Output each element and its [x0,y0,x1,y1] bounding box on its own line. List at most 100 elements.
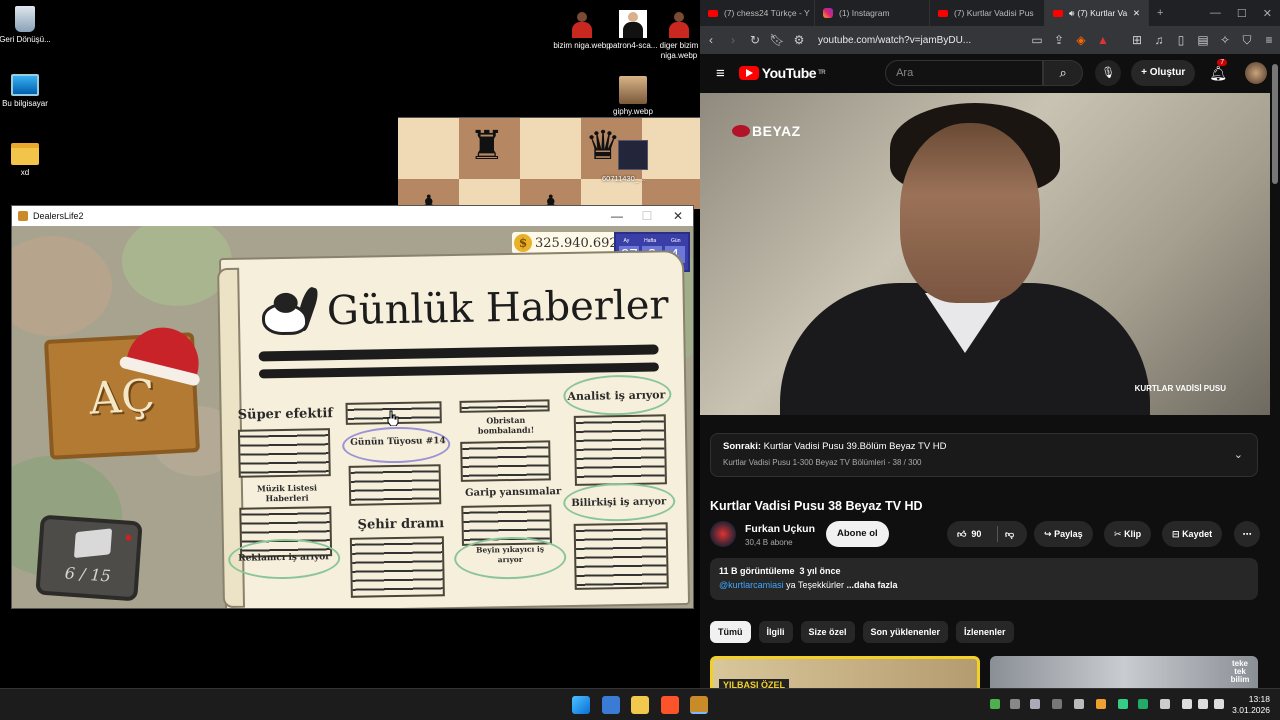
headline-super-efektif[interactable]: Süper efektif [238,406,334,423]
tray-app-icon[interactable] [1010,699,1020,709]
tab-instagram[interactable]: (1) Instagram [815,0,930,26]
site-settings-icon[interactable]: ⚙︎ [788,33,810,47]
vpn-icon[interactable]: ⛉ [1236,33,1258,48]
volume-icon[interactable] [1198,699,1208,709]
media-icon[interactable]: ♫ [1148,33,1170,47]
like-button[interactable]: 👍︎ 90 👎︎ [947,521,1027,547]
avatar[interactable] [1245,62,1268,84]
headline-garip-yansimalar[interactable]: Garip yansımalar [465,486,561,499]
this-pc-shortcut[interactable]: Bu bilgisayar [0,74,55,109]
chip-related[interactable]: İlgili [758,621,793,643]
playlist-panel[interactable]: Sonraki: Kurtlar Vadisi Pusu 39.Bölüm Be… [710,433,1258,477]
forward-icon[interactable]: › [722,33,744,47]
url-field[interactable]: youtube.com/watch?v=jamByDU... [818,35,1026,46]
minimize-icon[interactable]: — [602,206,632,226]
new-tab-icon[interactable]: + [1149,7,1171,19]
brave-shield-icon[interactable]: ◈ [1070,33,1092,47]
widgets-icon[interactable] [602,696,620,714]
game-window[interactable]: DealersLife2 — ☐ ✕ AÇ 6 / 15 $ 325.940.6… [11,205,694,609]
headline-gunun-tuyosu[interactable]: Günün Tüyosu #14 [350,436,446,448]
headline-reklamci[interactable]: Reklamcı iş arıyor [238,552,330,564]
share-icon[interactable]: ⇪ [1048,33,1070,47]
headline-muzik-listesi[interactable]: Müzik Listesi Haberleri [255,482,319,503]
xd-folder-shortcut[interactable]: xd [0,143,55,178]
tab-chess24[interactable]: (7) chess24 Türkçe - Y [700,0,815,26]
thumbs-down-icon[interactable]: 👎︎ [1005,521,1014,547]
start-icon[interactable] [572,696,590,714]
close-icon[interactable]: ✕ [663,206,693,226]
leo-ai-icon[interactable]: ✧ [1214,33,1236,47]
close-tab-icon[interactable]: ✕ [1133,8,1140,19]
wallet-icon[interactable]: ▤ [1192,33,1214,47]
inventory-tablet[interactable]: 6 / 15 [35,514,143,602]
mic-tray-icon[interactable] [1160,699,1170,709]
tray-app-icon[interactable] [990,699,1000,709]
notifications-bell-icon[interactable]: 🔔︎ 7 [1209,58,1228,82]
battery-icon[interactable] [1214,699,1224,709]
chip-for-you[interactable]: Size özel [800,621,855,643]
create-button[interactable]: + Oluştur [1131,60,1196,86]
share-button[interactable]: ↪ Paylaş [1034,521,1093,547]
headline-bilirkisi[interactable]: Bilirkişi iş arıyor [571,496,666,509]
save-button[interactable]: ⊟ Kaydet [1162,521,1223,547]
recycle-bin-shortcut[interactable]: Geri Dönüşü... [0,6,55,45]
sidebar-icon[interactable]: ▯ [1170,33,1192,47]
file-diger-bizim-niga[interactable]: diger bizim niga.webp [653,10,705,61]
youtube-logo[interactable]: YouTube TR [738,65,826,81]
clip-button[interactable]: ✂ Klip [1104,521,1152,547]
brave-browser-icon[interactable] [661,696,679,714]
chess-board-window[interactable]: ♜ ♛ ♟ ♟ 60711430_... [398,117,700,209]
tab-kurtlar-active[interactable]: 🔊︎ (7) Kurtlar Va ✕ [1045,0,1149,26]
menu-icon[interactable]: ≡ [1258,33,1280,47]
related-video-thumbnail[interactable]: YILBAŞI ÖZEL [710,656,980,688]
game-scene[interactable]: AÇ 6 / 15 $ 325.940.692 Ay Hafta Gün 97 … [12,226,693,608]
tab-kurtlar-1[interactable]: (7) Kurtlar Vadisi Pus [930,0,1045,26]
tray-app-icon[interactable] [1118,699,1128,709]
minimize-icon[interactable]: — [1202,7,1229,19]
back-icon[interactable]: ‹ [700,33,722,47]
game-title-bar[interactable]: DealersLife2 — ☐ ✕ [12,206,693,226]
chevron-up-icon[interactable] [1052,699,1062,709]
clock[interactable]: 13:18 3.01.2026 [1232,694,1270,716]
headline-obristan[interactable]: Obristan bombalandı! [476,415,536,436]
scrollbar[interactable] [1272,64,1278,184]
mention-link[interactable]: @kurtlarcamiasi [719,580,784,590]
black-rook-icon[interactable]: ♜ [469,126,505,166]
bookmark-icon[interactable]: 🔖︎ [766,33,788,47]
chevron-down-icon[interactable]: ⌄ [1234,448,1243,461]
channel-avatar[interactable] [710,521,736,547]
tray-app-icon[interactable] [1138,699,1148,709]
cast-icon[interactable]: ▭ [1026,33,1048,47]
search-input[interactable]: Ara [885,60,1044,86]
more-link[interactable]: ...daha fazla [847,580,898,590]
headline-analist[interactable]: Analist iş arıyor [567,388,665,403]
next-video-title[interactable]: Kurtlar Vadisi Pusu 39.Bölüm Beyaz TV HD [764,441,947,452]
reload-icon[interactable]: ↻ [744,33,766,47]
tray-app-icon[interactable] [1096,699,1106,709]
subscribe-button[interactable]: Abone ol [826,521,889,547]
close-icon[interactable]: ✕ [1255,7,1280,20]
newspaper[interactable]: Günlük Haberler Süper efektif Günün Tüyo… [217,249,691,608]
file-explorer-icon[interactable] [631,696,649,714]
extensions-icon[interactable]: ⊞ [1126,33,1148,47]
dealerslife-taskbar-icon[interactable] [690,696,708,714]
channel-name[interactable]: Furkan Uçkun [745,523,815,535]
steam-icon[interactable] [1030,699,1040,709]
chip-watched[interactable]: İzlenenler [956,621,1014,643]
related-video-thumbnail[interactable]: teke tek bilim [990,656,1258,688]
maximize-icon[interactable]: ☐ [632,206,662,226]
brave-rewards-icon[interactable]: ▲ [1092,33,1114,47]
chip-all[interactable]: Tümü [710,621,751,643]
video-player[interactable]: BEYAZ KURTLAR VADİSİ PUSU [700,93,1270,415]
more-actions-icon[interactable]: ⋯ [1234,521,1260,547]
maximize-icon[interactable]: ☐ [1229,7,1255,20]
browser-window[interactable]: (7) chess24 Türkçe - Y (1) Instagram (7)… [700,0,1280,688]
headline-beyin-yikayici[interactable]: Beyin yıkayıcı iş arıyor [472,544,548,565]
headline-sehir-drami[interactable]: Şehir dramı [357,516,444,533]
mic-icon[interactable]: 🎙︎ [1095,60,1122,86]
tray-app-icon[interactable] [1074,699,1084,709]
chip-recent[interactable]: Son yüklenenler [862,621,949,643]
description-box[interactable]: 11 B görüntüleme 3 yıl önce @kurtlarcami… [710,558,1258,600]
search-icon[interactable]: ⌕ [1043,60,1084,86]
file-giphy[interactable]: giphy.webp [603,76,663,117]
